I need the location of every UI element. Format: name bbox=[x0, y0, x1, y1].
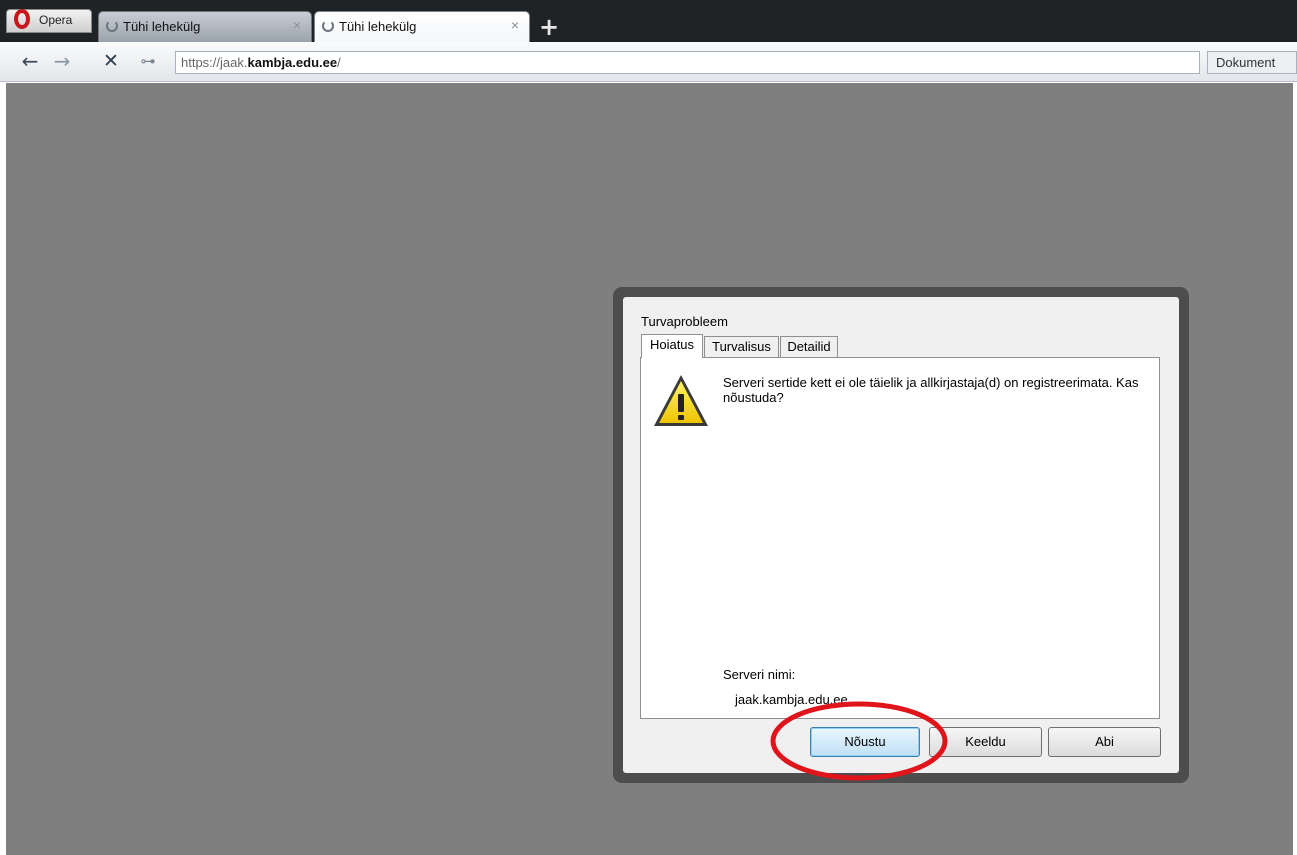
accept-button[interactable]: Nõustu bbox=[810, 727, 920, 757]
search-field[interactable]: Dokument bbox=[1207, 51, 1297, 74]
forward-arrow-icon[interactable]: → bbox=[51, 51, 73, 71]
tab-warning[interactable]: Hoiatus bbox=[641, 334, 703, 358]
tab-security[interactable]: Turvalisus bbox=[704, 336, 779, 358]
dialog-panel bbox=[640, 357, 1160, 719]
server-name-label: Serveri nimi: bbox=[723, 667, 796, 682]
title-bar: Opera Tühi lehekülg × Tühi lehekülg × + bbox=[0, 0, 1297, 42]
warning-icon bbox=[654, 375, 708, 426]
opera-menu-label: Opera bbox=[39, 13, 73, 27]
tab-label: Tühi lehekülg bbox=[339, 19, 417, 34]
dialog-title: Turvaprobleem bbox=[641, 314, 728, 329]
tab-label: Tühi lehekülg bbox=[123, 19, 201, 34]
tab-close-icon[interactable]: × bbox=[511, 17, 519, 33]
navigation-toolbar: ← → ✕ ⊶ https://jaak.kambja.edu.ee/ Doku… bbox=[0, 42, 1297, 82]
address-prefix: https://jaak. bbox=[181, 55, 248, 70]
tab-close-icon[interactable]: × bbox=[293, 17, 301, 33]
opera-menu-button[interactable]: Opera bbox=[6, 9, 92, 33]
tab-blank-page-active[interactable]: Tühi lehekülg × bbox=[314, 11, 530, 42]
warning-message: Serveri sertide kett ei ole täielik ja a… bbox=[723, 375, 1139, 405]
tab-details[interactable]: Detailid bbox=[780, 336, 838, 358]
back-arrow-icon[interactable]: ← bbox=[19, 51, 41, 71]
security-key-icon[interactable]: ⊶ bbox=[136, 51, 160, 71]
stop-loading-icon[interactable]: ✕ bbox=[100, 51, 122, 71]
decline-button[interactable]: Keeldu bbox=[929, 727, 1042, 757]
new-tab-button[interactable]: + bbox=[538, 15, 560, 39]
loading-spinner-icon bbox=[106, 20, 118, 32]
server-name-value: jaak.kambja.edu.ee bbox=[735, 692, 848, 707]
address-host: kambja.edu.ee bbox=[247, 55, 338, 70]
address-suffix: / bbox=[337, 55, 341, 70]
opera-logo-icon bbox=[14, 9, 30, 29]
tab-blank-page[interactable]: Tühi lehekülg × bbox=[98, 11, 312, 42]
help-button[interactable]: Abi bbox=[1048, 727, 1161, 757]
loading-spinner-icon bbox=[322, 20, 334, 32]
address-bar[interactable]: https://jaak.kambja.edu.ee/ bbox=[175, 51, 1200, 74]
